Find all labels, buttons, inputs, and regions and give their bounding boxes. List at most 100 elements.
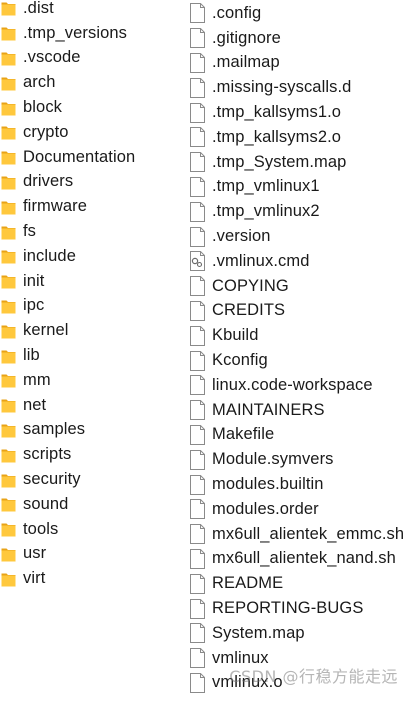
file-name: modules.builtin [212, 475, 324, 494]
folder-list: .dist .tmp_versions .vscode arch block crypto… [0, 0, 185, 591]
folder-item[interactable]: .tmp_versions [0, 21, 185, 46]
file-item[interactable]: .tmp_vmlinux1 [187, 175, 412, 200]
folder-name: ipc [23, 296, 45, 315]
file-icon [189, 548, 206, 569]
file-name: .tmp_vmlinux2 [212, 202, 320, 221]
file-icon [189, 648, 206, 669]
folder-item[interactable]: Documentation [0, 145, 185, 170]
folder-item[interactable]: mm [0, 368, 185, 393]
file-item[interactable]: linux.code-workspace [187, 373, 412, 398]
file-name: .missing-syscalls.d [212, 78, 352, 97]
file-name: vmlinux.o [212, 673, 283, 692]
folder-icon [1, 447, 16, 463]
folder-item[interactable]: security [0, 467, 185, 492]
file-item[interactable]: .tmp_vmlinux2 [187, 199, 412, 224]
folder-item[interactable]: init [0, 269, 185, 294]
folder-item[interactable]: virt [0, 566, 185, 591]
file-name: .tmp_vmlinux1 [212, 177, 320, 196]
folder-icon [1, 224, 16, 240]
file-item[interactable]: REPORTING-BUGS [187, 596, 412, 621]
file-item[interactable]: .missing-syscalls.d [187, 75, 412, 100]
file-list: .config .gitignore .mailmap .missing-syscal… [187, 0, 412, 695]
folder-item[interactable]: ipc [0, 294, 185, 319]
file-item[interactable]: .version [187, 224, 412, 249]
file-name: .version [212, 227, 271, 246]
folder-item[interactable]: tools [0, 517, 185, 542]
folder-item[interactable]: kernel [0, 318, 185, 343]
file-item[interactable]: Module.symvers [187, 447, 412, 472]
folder-icon [1, 472, 16, 488]
file-icon [189, 499, 206, 520]
file-item[interactable]: .tmp_kallsyms2.o [187, 125, 412, 150]
folder-icon [1, 397, 16, 413]
file-item[interactable]: README [187, 571, 412, 596]
folder-name: tools [23, 519, 59, 538]
file-icon [189, 52, 206, 73]
folder-icon [1, 298, 16, 314]
folder-icon [1, 0, 16, 16]
folder-icon [1, 199, 16, 215]
file-name: .tmp_kallsyms1.o [212, 103, 342, 122]
folder-icon [1, 174, 16, 190]
file-name: modules.order [212, 499, 319, 518]
folder-icon [1, 100, 16, 116]
file-name: MAINTAINERS [212, 400, 325, 419]
folder-item[interactable]: include [0, 244, 185, 269]
file-name: .config [212, 3, 262, 22]
file-icon [189, 400, 206, 421]
folder-item[interactable]: crypto [0, 120, 185, 145]
file-item[interactable]: .tmp_System.map [187, 150, 412, 175]
folder-item[interactable]: scripts [0, 442, 185, 467]
folder-item[interactable]: arch [0, 70, 185, 95]
file-item[interactable]: modules.builtin [187, 472, 412, 497]
file-name: linux.code-workspace [212, 375, 373, 394]
file-item[interactable]: .mailmap [187, 51, 412, 76]
file-icon [189, 3, 206, 24]
file-item[interactable]: MAINTAINERS [187, 398, 412, 423]
folder-name: init [23, 271, 45, 290]
folder-item[interactable]: firmware [0, 194, 185, 219]
folder-name: net [23, 395, 47, 414]
file-item[interactable]: mx6ull_alientek_nand.sh [187, 547, 412, 572]
file-item[interactable]: vmlinux [187, 646, 412, 671]
file-item[interactable]: Kconfig [187, 348, 412, 373]
file-name: .mailmap [212, 53, 280, 72]
file-name: Kconfig [212, 351, 268, 370]
folder-item[interactable]: sound [0, 492, 185, 517]
folder-item[interactable]: .dist [0, 0, 185, 21]
file-item[interactable]: .vmlinux.cmd [187, 249, 412, 274]
folder-name: firmware [23, 197, 88, 216]
folder-name: .dist [23, 0, 54, 17]
file-item[interactable]: Makefile [187, 423, 412, 448]
file-item[interactable]: modules.order [187, 497, 412, 522]
file-name: CREDITS [212, 301, 286, 320]
file-item[interactable]: CREDITS [187, 299, 412, 324]
folder-item[interactable]: samples [0, 418, 185, 443]
folder-icon [1, 348, 16, 364]
file-item[interactable]: Kbuild [187, 323, 412, 348]
folder-name: drivers [23, 172, 74, 191]
folder-name: mm [23, 370, 51, 389]
file-item[interactable]: mx6ull_alientek_emmc.sh [187, 522, 412, 547]
folder-item[interactable]: net [0, 393, 185, 418]
file-item[interactable]: .tmp_kallsyms1.o [187, 100, 412, 125]
file-item[interactable]: COPYING [187, 274, 412, 299]
file-name: README [212, 574, 284, 593]
folder-item[interactable]: drivers [0, 170, 185, 195]
folder-icon [1, 422, 16, 438]
folder-item[interactable]: block [0, 95, 185, 120]
folder-item[interactable]: .vscode [0, 46, 185, 71]
folder-icon [1, 50, 16, 66]
folder-item[interactable]: lib [0, 343, 185, 368]
folder-icon [1, 273, 16, 289]
folder-item[interactable]: fs [0, 219, 185, 244]
folder-name: .vscode [23, 48, 81, 67]
file-icon [189, 375, 206, 396]
folder-item[interactable]: usr [0, 542, 185, 567]
file-item[interactable]: System.map [187, 621, 412, 646]
file-item[interactable]: vmlinux.o [187, 671, 412, 696]
cmd-file-icon [189, 251, 206, 272]
file-name: .gitignore [212, 28, 281, 47]
file-item[interactable]: .gitignore [187, 26, 412, 51]
file-item[interactable]: .config [187, 1, 412, 26]
